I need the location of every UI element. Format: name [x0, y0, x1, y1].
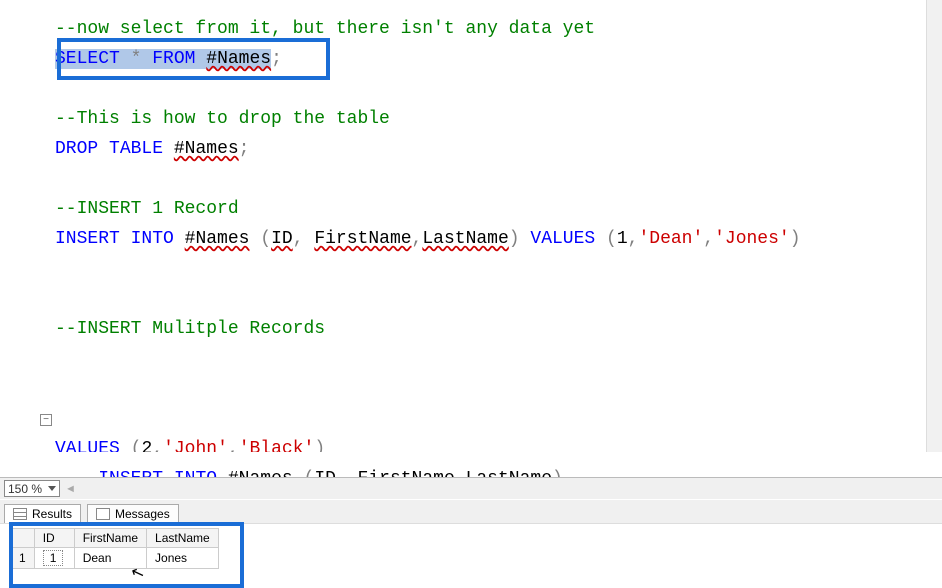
- code-line[interactable]: [55, 254, 942, 284]
- code-line[interactable]: INSERT INTO #Names (ID, FirstName,LastNa…: [55, 224, 942, 254]
- cell-rownum[interactable]: 1: [11, 548, 35, 569]
- results-panel: ID FirstName LastName 1 1 Dean Jones ↖: [0, 523, 942, 585]
- code-line[interactable]: [55, 74, 942, 104]
- chevron-down-icon: [48, 486, 56, 491]
- zoom-level-value: 150 %: [8, 482, 42, 496]
- code-line[interactable]: [55, 344, 942, 374]
- comment-text: --now select from it, but there isn't an…: [55, 19, 595, 39]
- comment-text: --INSERT 1 Record: [55, 199, 239, 219]
- code-line[interactable]: [55, 164, 942, 194]
- results-header-row: ID FirstName LastName: [11, 529, 219, 548]
- header-lastname[interactable]: LastName: [147, 529, 219, 548]
- results-row[interactable]: 1 1 Dean Jones: [11, 548, 219, 569]
- code-line[interactable]: DROP TABLE #Names;: [55, 134, 942, 164]
- header-firstname[interactable]: FirstName: [74, 529, 146, 548]
- code-line[interactable]: --INSERT Mulitple Records: [55, 314, 942, 344]
- zoom-bar: 150 % ◄: [0, 477, 942, 499]
- sql-editor[interactable]: --now select from it, but there isn't an…: [0, 0, 942, 477]
- scrollbar-vertical[interactable]: [926, 0, 942, 452]
- code-line[interactable]: --now select from it, but there isn't an…: [55, 14, 942, 44]
- code-line[interactable]: SELECT * FROM #Names;: [55, 44, 942, 74]
- collapse-glyph[interactable]: −: [40, 414, 52, 426]
- code-line[interactable]: --INSERT 1 Record: [55, 194, 942, 224]
- results-grid[interactable]: ID FirstName LastName 1 1 Dean Jones: [10, 528, 219, 569]
- results-tabs: Results Messages: [0, 499, 942, 523]
- scroll-left-icon[interactable]: ◄: [65, 483, 76, 495]
- code-line[interactable]: VALUES (2,'John','Black'): [55, 434, 942, 452]
- messages-icon: [96, 508, 110, 520]
- zoom-level-dropdown[interactable]: 150 %: [4, 480, 60, 497]
- selected-sql: SELECT * FROM #Names: [55, 49, 271, 69]
- tab-messages-label: Messages: [115, 507, 170, 521]
- code-line[interactable]: [55, 284, 942, 314]
- code-line[interactable]: [55, 374, 942, 404]
- code-line[interactable]: − INSERT INTO #Names (ID, FirstName,Last…: [55, 404, 942, 434]
- header-id[interactable]: ID: [34, 529, 74, 548]
- cell-id[interactable]: 1: [34, 548, 74, 569]
- header-rownum[interactable]: [11, 529, 35, 548]
- tab-messages[interactable]: Messages: [87, 504, 179, 524]
- tab-results-label: Results: [32, 507, 72, 521]
- comment-text: --INSERT Mulitple Records: [55, 319, 325, 339]
- tab-results[interactable]: Results: [4, 504, 81, 524]
- code-line[interactable]: --This is how to drop the table: [55, 104, 942, 134]
- grid-icon: [13, 508, 27, 520]
- comment-text: --This is how to drop the table: [55, 109, 390, 129]
- cell-lastname[interactable]: Jones: [147, 548, 219, 569]
